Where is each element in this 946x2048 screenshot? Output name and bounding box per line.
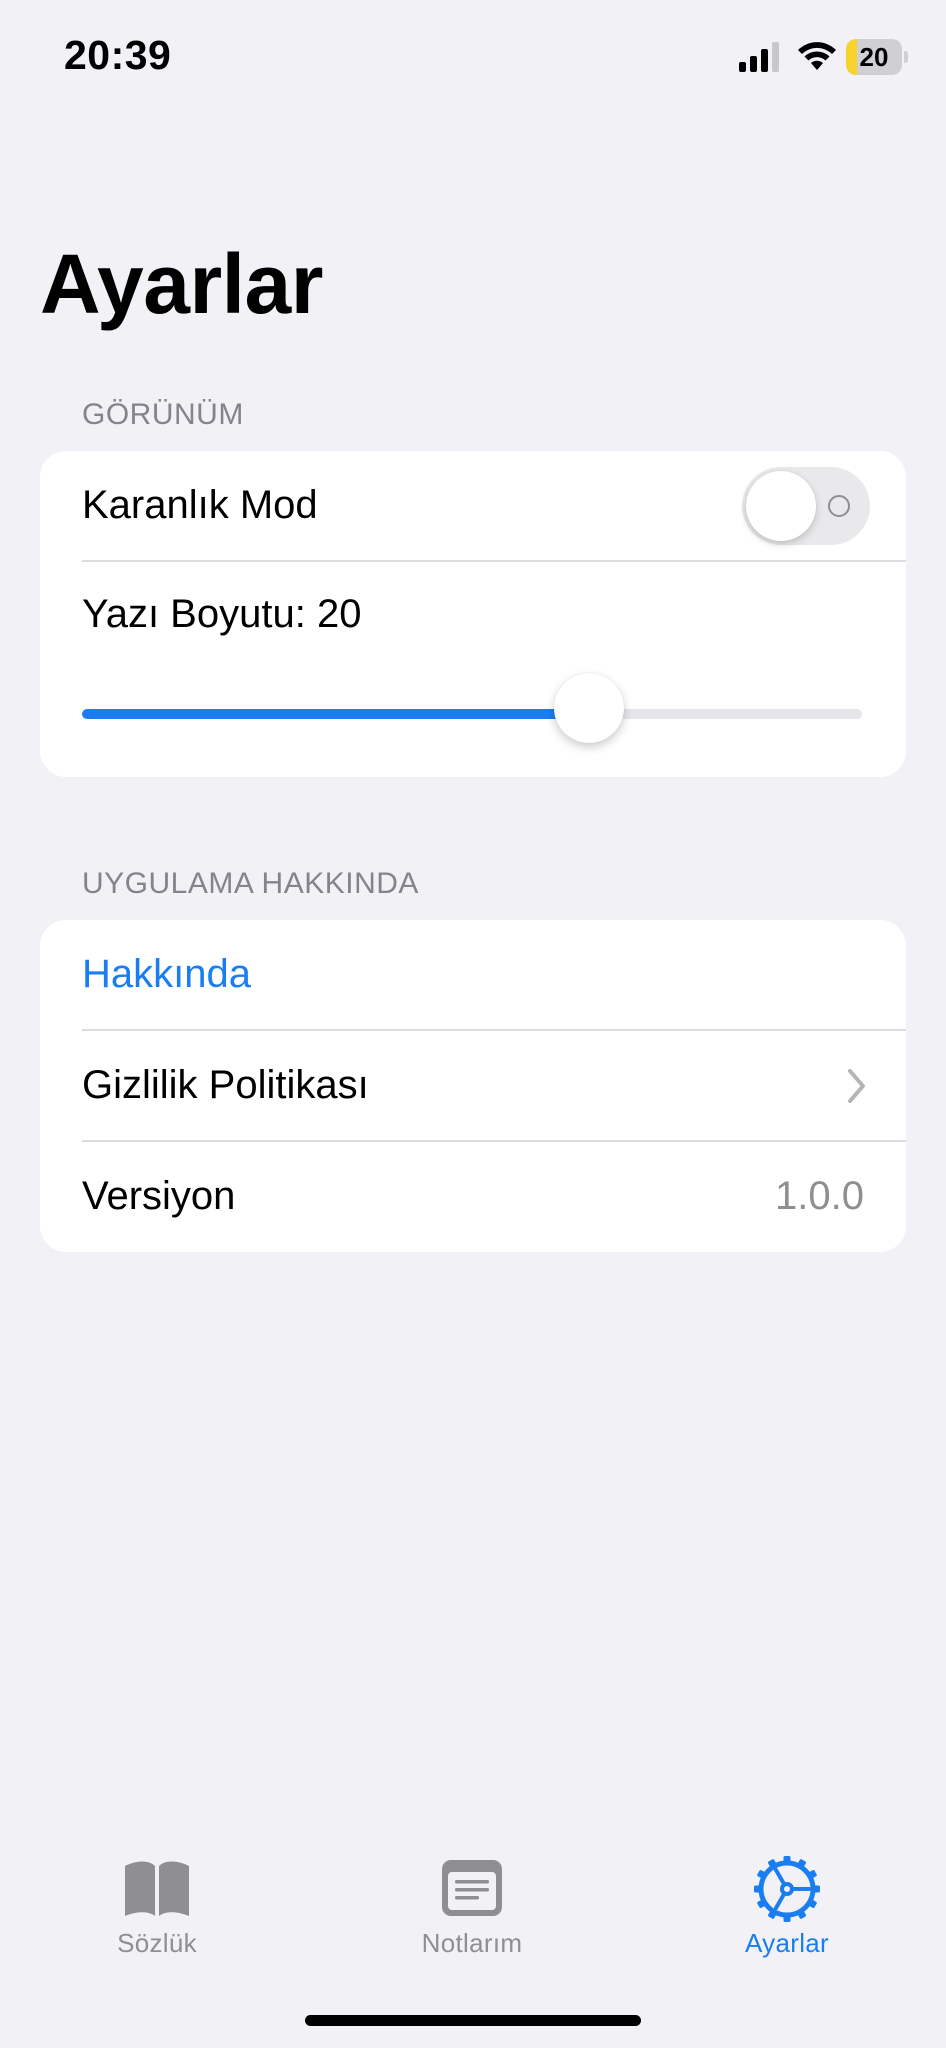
battery-body: 20 [846, 39, 902, 75]
gear-icon [754, 1856, 820, 1922]
font-size-slider[interactable] [82, 709, 862, 719]
section-header-about: UYGULAMA HAKKINDA [82, 867, 419, 900]
wifi-icon [798, 42, 836, 70]
tab-label: Sözlük [117, 1928, 197, 1958]
signal-icon [739, 42, 779, 72]
tab-label: Ayarlar [745, 1928, 829, 1958]
version-value: 1.0.0 [775, 1174, 864, 1218]
dark-mode-label: Karanlık Mod [82, 483, 318, 527]
battery-nub [904, 51, 908, 63]
section-header-appearance: GÖRÜNÜM [82, 398, 244, 431]
home-indicator [305, 2015, 641, 2026]
appearance-card: Karanlık Mod Yazı Boyutu: 20 [40, 451, 906, 777]
about-link[interactable]: Hakkında [82, 952, 251, 997]
battery-icon: 20 [846, 39, 908, 75]
font-size-row: Yazı Boyutu: 20 [40, 562, 906, 777]
dark-mode-row: Karanlık Mod [40, 451, 906, 561]
status-bar: 20:39 20 [0, 0, 946, 110]
font-size-label: Yazı Boyutu: 20 [82, 592, 362, 636]
about-row[interactable]: Hakkında [40, 920, 906, 1030]
status-time: 20:39 [64, 32, 172, 78]
chevron-right-icon [848, 1069, 865, 1103]
book-icon [125, 1861, 189, 1916]
tab-sozluk[interactable]: Sözlük [57, 1840, 257, 1970]
settings-screen: 20:39 20 Ayarlar GÖRÜNÜM Karanlık Mod Ya… [0, 0, 946, 2048]
tab-bar: Sözlük Notlarım Ayarlar [0, 1840, 946, 1980]
about-card: Hakkında Gizlilik Politikası Versiyon 1.… [40, 920, 906, 1252]
tab-notlarim[interactable]: Notlarım [372, 1840, 572, 1970]
notes-icon [442, 1860, 502, 1916]
toggle-knob [746, 471, 816, 541]
version-row: Versiyon 1.0.0 [40, 1142, 906, 1252]
tab-label: Notlarım [421, 1928, 523, 1958]
battery-level: 20 [859, 42, 889, 72]
page-title: Ayarlar [40, 237, 323, 331]
slider-fill [82, 709, 589, 719]
version-label: Versiyon [82, 1174, 236, 1218]
privacy-policy-label: Gizlilik Politikası [82, 1063, 369, 1107]
tab-ayarlar[interactable]: Ayarlar [687, 1840, 887, 1970]
dark-mode-toggle[interactable] [742, 467, 870, 545]
slider-thumb[interactable] [554, 673, 624, 743]
privacy-policy-row[interactable]: Gizlilik Politikası [40, 1031, 906, 1141]
toggle-off-icon [828, 495, 850, 517]
